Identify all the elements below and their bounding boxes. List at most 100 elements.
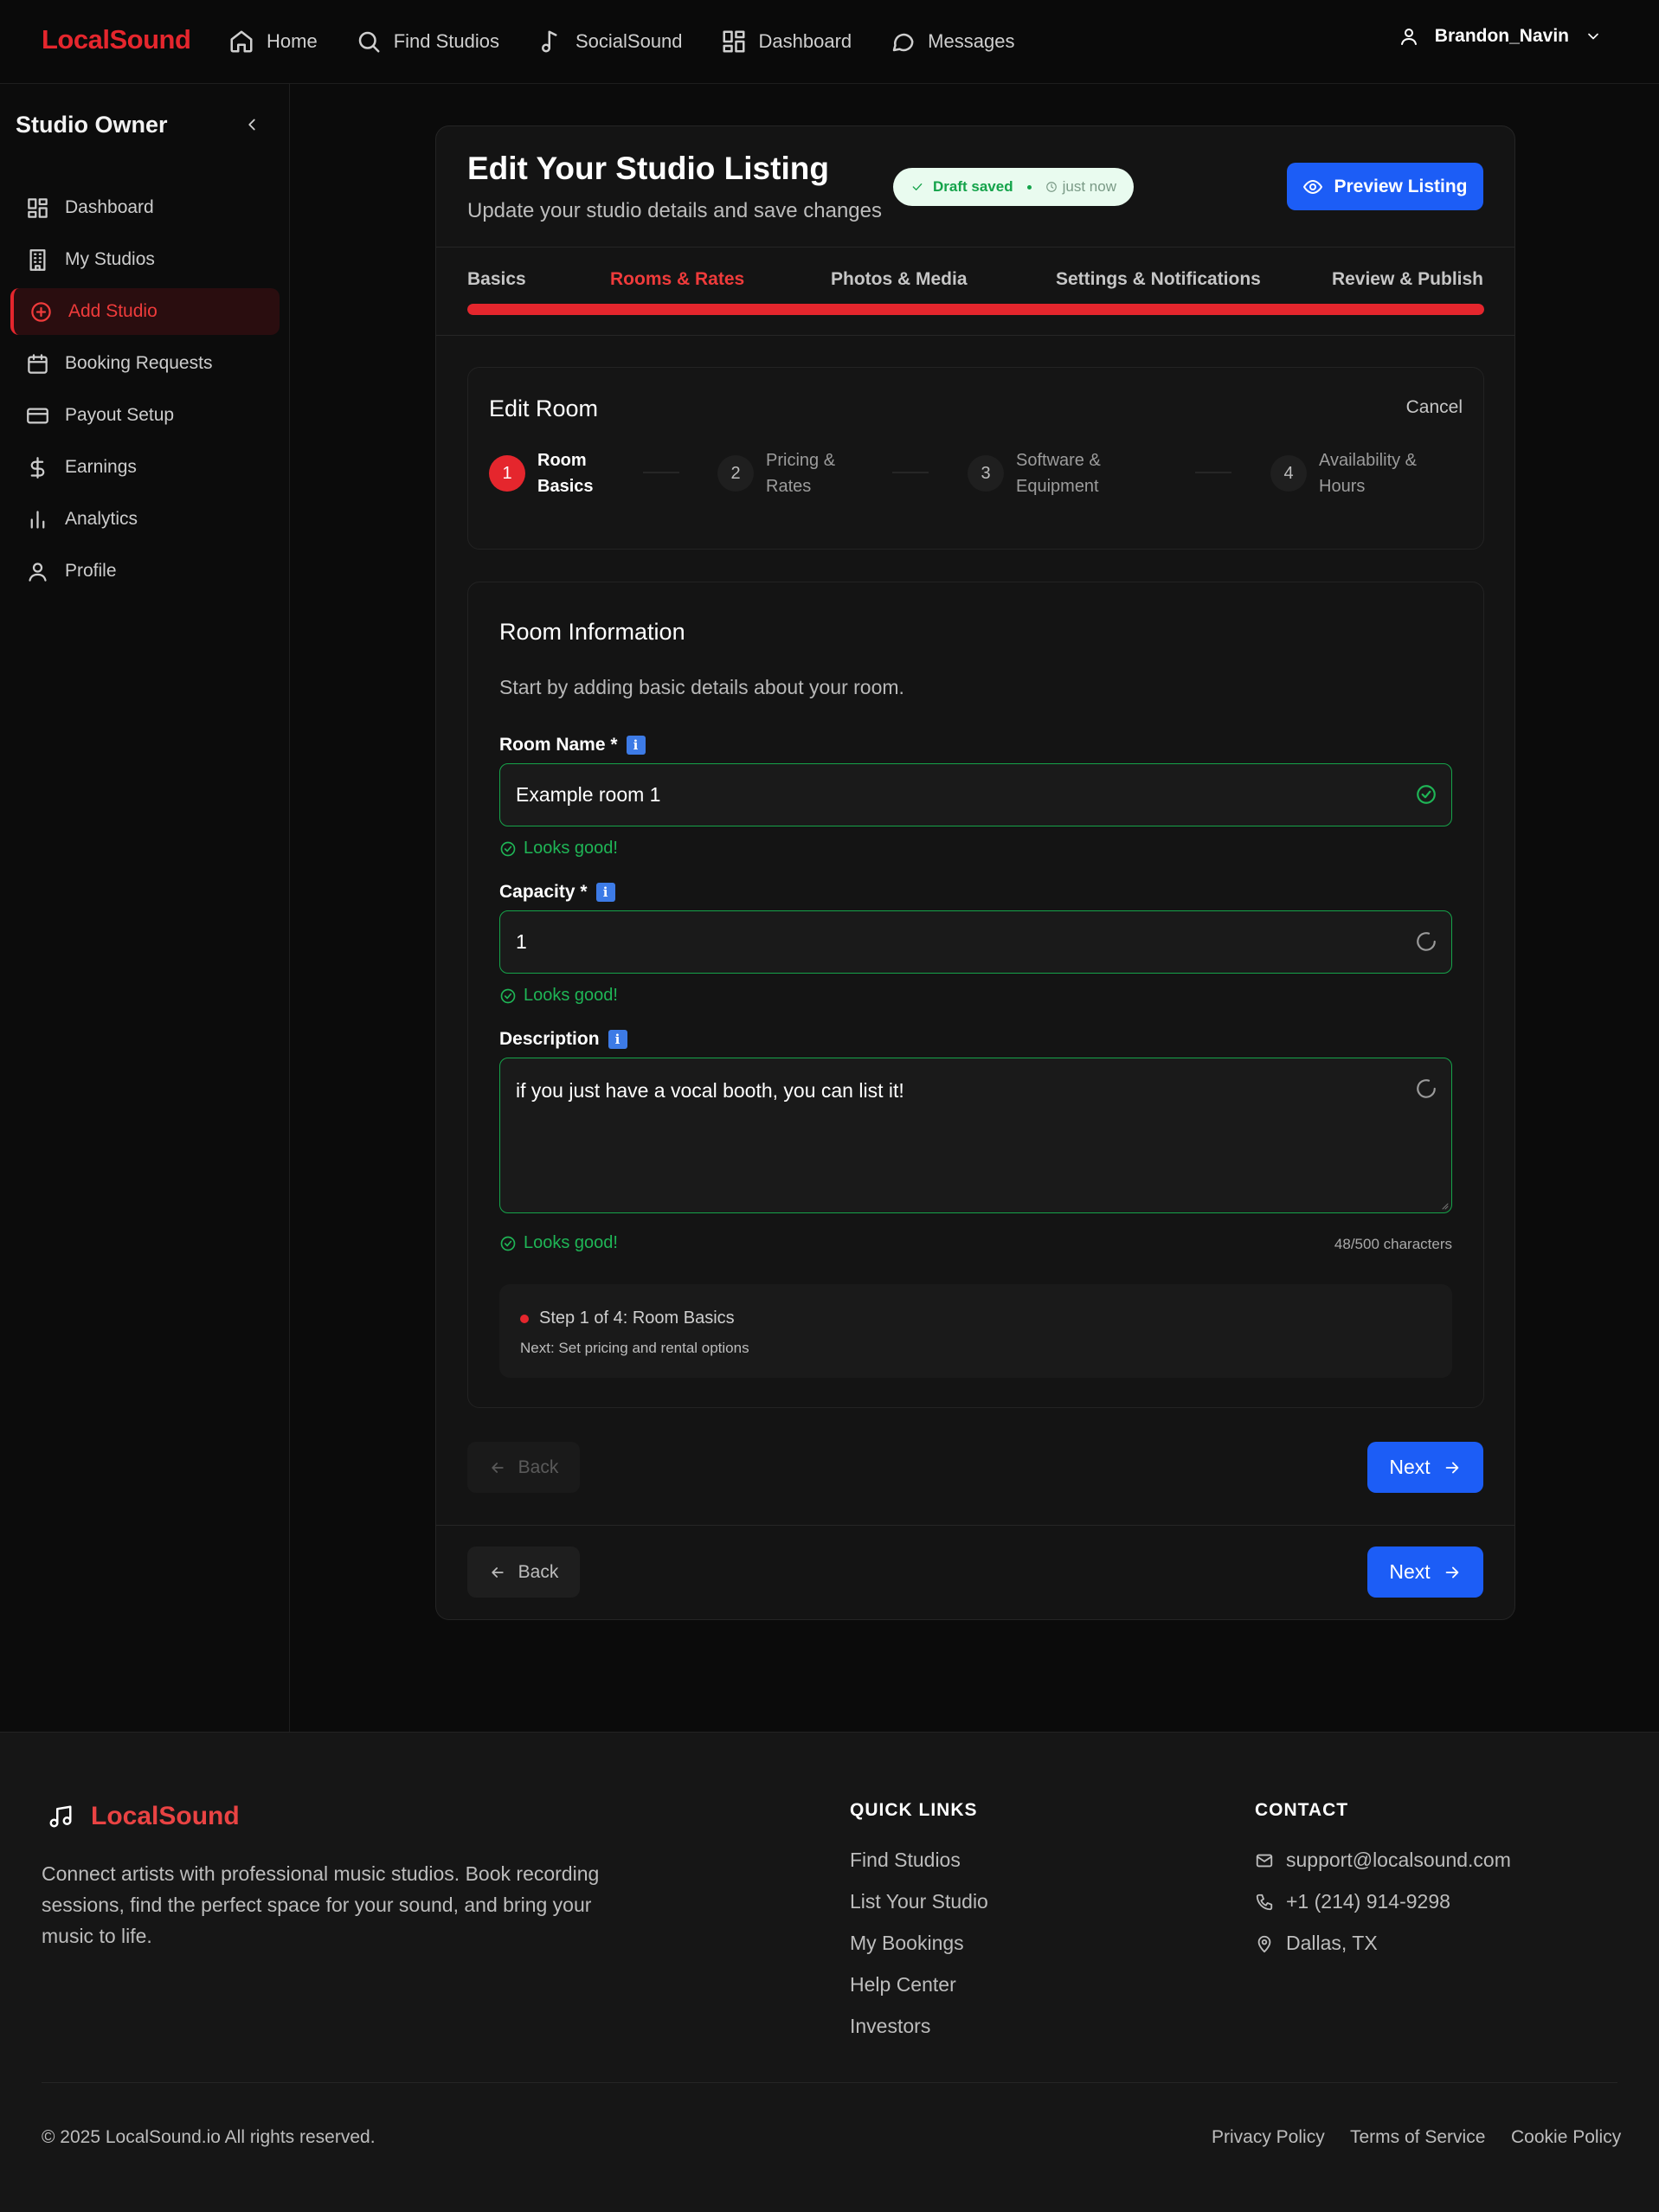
chevron-left-icon[interactable] [242, 115, 261, 134]
description-value: if you just have a vocal booth, you can … [516, 1079, 904, 1102]
tab-settings-notifications[interactable]: Settings & Notifications [1056, 269, 1261, 290]
sidebar-item-profile[interactable]: Profile [10, 548, 280, 595]
step-availability-hours[interactable]: 4 Availability & Hours [1270, 447, 1440, 499]
description-label-text: Description [499, 1029, 600, 1049]
arrow-left-icon [491, 1462, 504, 1473]
valid-message: Looks good! [524, 1233, 618, 1252]
footer-brand: LocalSound [91, 1802, 240, 1830]
contact-phone[interactable]: +1 (214) 914-9298 [1255, 1890, 1450, 1913]
footer-link-help-center[interactable]: Help Center [850, 1973, 956, 1997]
arrow-left-icon [491, 1566, 504, 1578]
edit-room-stepper: Edit Room Cancel 1 Room Basics 2 Pricing… [467, 367, 1484, 550]
footer: LocalSound Connect artists with professi… [0, 1732, 1659, 2212]
capacity-value: 1 [516, 930, 527, 953]
user-menu[interactable]: Brandon_Navin [1399, 26, 1602, 47]
step-label: Availability & Hours [1319, 451, 1418, 496]
nav-dashboard[interactable]: Dashboard [721, 24, 852, 59]
location-text: Dallas, TX [1286, 1932, 1378, 1954]
description-textarea[interactable]: if you just have a vocal booth, you can … [499, 1058, 1452, 1213]
next-button[interactable]: Next [1367, 1546, 1483, 1598]
loading-spinner-icon [1417, 1079, 1436, 1098]
step-next-button[interactable]: Next [1367, 1442, 1483, 1493]
listing-editor-card: Edit Your Studio Listing Update your stu… [435, 125, 1515, 1620]
cookie-policy-link[interactable]: Cookie Policy [1511, 2127, 1621, 2148]
divider [436, 247, 1514, 248]
resize-handle-icon[interactable] [1440, 1201, 1449, 1210]
privacy-policy-link[interactable]: Privacy Policy [1212, 2127, 1325, 2148]
cancel-button[interactable]: Cancel [1406, 397, 1463, 418]
building-icon [29, 248, 46, 271]
sidebar-item-earnings[interactable]: Earnings [10, 444, 280, 491]
mail-icon [1256, 1854, 1273, 1867]
quick-links-heading: QUICK LINKS [850, 1800, 978, 1820]
music-note-icon [541, 30, 557, 53]
check-circle-icon [500, 841, 516, 856]
nav-socialsound[interactable]: SocialSound [537, 24, 683, 59]
step-room-basics[interactable]: 1 Room Basics [489, 447, 607, 499]
step-software-equipment[interactable]: 3 Software & Equipment [968, 447, 1120, 499]
sidebar: Studio Owner Dashboard My Studios Add St… [0, 84, 290, 1732]
tab-basics[interactable]: Basics [467, 269, 526, 290]
plus-circle-icon [31, 301, 51, 322]
nav-messages[interactable]: Messages [890, 24, 1014, 59]
sidebar-item-my-studios[interactable]: My Studios [10, 236, 280, 283]
preview-listing-button[interactable]: Preview Listing [1287, 163, 1483, 210]
chevron-down-icon [1588, 33, 1598, 40]
room-information-form: Room Information Start by adding basic d… [467, 582, 1484, 1408]
tab-photos-media[interactable]: Photos & Media [831, 269, 968, 290]
listing-tabs: Basics Rooms & Rates Photos & Media Sett… [467, 269, 1483, 295]
valid-message: Looks good! [524, 839, 618, 858]
sidebar-item-analytics[interactable]: Analytics [10, 496, 280, 543]
contact-email[interactable]: support@localsound.com [1255, 1849, 1511, 1872]
back-label: Back [518, 1561, 559, 1582]
footer-description: Connect artists with professional music … [42, 1862, 600, 1947]
divider [436, 1525, 1514, 1526]
brand-logo[interactable]: LocalSound [42, 24, 191, 55]
step-info-box: Step 1 of 4: Room Basics Next: Set prici… [499, 1284, 1452, 1378]
step-number: 4 [1270, 455, 1307, 492]
next-label: Next [1389, 1456, 1431, 1478]
tab-progress-bar [467, 304, 1484, 315]
tab-review-publish[interactable]: Review & Publish [1332, 269, 1483, 290]
terms-of-service-link[interactable]: Terms of Service [1350, 2127, 1485, 2148]
page-title: Edit Your Studio Listing [467, 151, 829, 186]
info-icon[interactable]: i [608, 1030, 627, 1049]
nav-socialsound-label: SocialSound [575, 30, 683, 52]
nav-home[interactable]: Home [228, 24, 318, 59]
page-subtitle: Update your studio details and save chan… [467, 199, 882, 222]
nav-find-studios[interactable]: Find Studios [356, 24, 499, 59]
sidebar-item-payout-setup[interactable]: Payout Setup [10, 392, 280, 439]
step-pricing-rates[interactable]: 2 Pricing & Rates [717, 447, 852, 499]
room-name-value: Example room 1 [516, 783, 661, 806]
step-number: 3 [968, 455, 1004, 492]
footer-link-my-bookings[interactable]: My Bookings [850, 1932, 964, 1955]
nav-find-studios-label: Find Studios [393, 30, 499, 52]
footer-logo[interactable]: LocalSound [48, 1802, 240, 1831]
draft-time-label: just now [1062, 178, 1116, 195]
footer-link-list-your-studio[interactable]: List Your Studio [850, 1890, 988, 1913]
user-icon [29, 562, 47, 582]
dashboard-icon [28, 197, 48, 218]
sidebar-item-label: My Studios [65, 249, 155, 269]
info-icon[interactable]: i [626, 736, 646, 755]
back-button[interactable]: Back [467, 1546, 580, 1598]
room-name-input[interactable]: Example room 1 [499, 763, 1452, 826]
nav-messages-label: Messages [928, 30, 1015, 52]
email-text: support@localsound.com [1286, 1849, 1511, 1871]
sidebar-item-add-studio[interactable]: Add Studio [10, 288, 280, 335]
separator-dot [1026, 184, 1032, 190]
footer-link-find-studios[interactable]: Find Studios [850, 1849, 961, 1872]
check-circle-icon [500, 988, 516, 1003]
sidebar-item-booking-requests[interactable]: Booking Requests [10, 340, 280, 387]
tab-rooms-rates[interactable]: Rooms & Rates [610, 269, 744, 290]
footer-link-investors[interactable]: Investors [850, 2015, 930, 2038]
info-icon[interactable]: i [595, 883, 615, 902]
sidebar-item-dashboard[interactable]: Dashboard [10, 184, 280, 231]
home-icon [230, 30, 253, 53]
eye-icon [1303, 179, 1323, 194]
capacity-input[interactable]: 1 [499, 910, 1452, 974]
form-subtitle: Start by adding basic details about your… [499, 676, 904, 698]
search-icon [358, 31, 380, 53]
status-dot [520, 1314, 529, 1323]
step-back-button[interactable]: Back [467, 1442, 580, 1493]
